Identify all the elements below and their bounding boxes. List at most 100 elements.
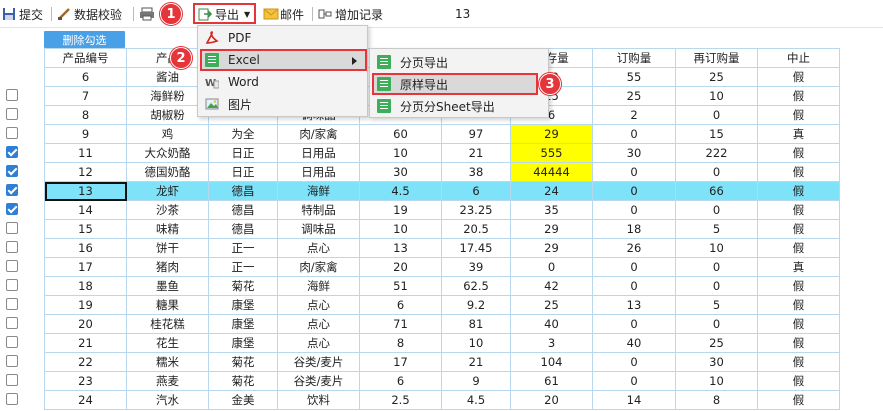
table-cell[interactable]: 康堡	[208, 295, 278, 315]
table-cell[interactable]: 饼干	[126, 238, 209, 258]
table-cell[interactable]: 饮料	[277, 390, 360, 410]
row-checkbox[interactable]	[6, 374, 18, 386]
table-cell[interactable]: 金美	[208, 390, 278, 410]
table-cell[interactable]: 0	[592, 257, 676, 277]
table-cell[interactable]: 3	[510, 333, 593, 353]
table-row[interactable]: 19 糖果 康堡 点心 6 9.2 25 13 5 假	[44, 295, 840, 315]
table-cell[interactable]: 假	[757, 86, 840, 106]
menu-item-pdf[interactable]: PDF	[200, 27, 365, 49]
table-cell[interactable]: 调味品	[277, 219, 360, 239]
table-cell[interactable]: 6	[44, 67, 127, 87]
table-cell[interactable]: 17.45	[441, 238, 511, 258]
table-cell[interactable]: 29	[510, 238, 593, 258]
table-cell[interactable]: 假	[757, 162, 840, 182]
delete-checked-button[interactable]: 删除勾选	[44, 31, 125, 48]
table-cell[interactable]: 42	[510, 276, 593, 296]
table-cell[interactable]: 4.5	[441, 390, 511, 410]
table-cell[interactable]: 燕麦	[126, 371, 209, 391]
row-checkbox[interactable]	[6, 165, 18, 177]
table-row[interactable]: 16 饼干 正一 点心 13 17.45 29 26 10 假	[44, 238, 840, 258]
table-cell[interactable]: 66	[675, 181, 758, 201]
table-cell[interactable]: 2	[592, 105, 676, 125]
table-cell[interactable]: 19	[44, 295, 127, 315]
table-cell[interactable]: 糖果	[126, 295, 209, 315]
row-checkbox[interactable]	[6, 89, 18, 101]
table-cell[interactable]: 康堡	[208, 314, 278, 334]
table-cell[interactable]: 7	[44, 86, 127, 106]
table-cell[interactable]: 20	[510, 390, 593, 410]
table-cell[interactable]: 10	[359, 143, 442, 163]
mail-button[interactable]: 邮件	[263, 5, 304, 23]
table-cell[interactable]: 8	[359, 333, 442, 353]
table-cell[interactable]: 14	[44, 200, 127, 220]
table-cell[interactable]: 19	[359, 200, 442, 220]
table-cell[interactable]: 13	[359, 238, 442, 258]
table-cell[interactable]: 555	[510, 143, 593, 163]
table-cell[interactable]: 0	[592, 352, 676, 372]
table-cell[interactable]: 10	[441, 333, 511, 353]
table-cell[interactable]: 0	[675, 200, 758, 220]
table-row[interactable]: 15 味精 德昌 调味品 10 20.5 29 18 5 假	[44, 219, 840, 239]
table-row[interactable]: 17 猪肉 正一 肉/家禽 20 39 0 0 0 真	[44, 257, 840, 277]
table-cell[interactable]: 6	[359, 295, 442, 315]
table-cell[interactable]: 0	[675, 314, 758, 334]
table-cell[interactable]: 假	[757, 67, 840, 87]
table-cell[interactable]: 海鲜	[277, 181, 360, 201]
table-cell[interactable]: 德昌	[208, 219, 278, 239]
table-cell[interactable]: 35	[510, 200, 593, 220]
table-cell[interactable]: 0	[675, 257, 758, 277]
table-cell[interactable]: 13	[592, 295, 676, 315]
table-cell[interactable]: 26	[592, 238, 676, 258]
table-cell[interactable]: 21	[44, 333, 127, 353]
table-cell[interactable]: 日正	[208, 162, 278, 182]
table-cell[interactable]: 25	[675, 333, 758, 353]
table-cell[interactable]: 222	[675, 143, 758, 163]
table-cell[interactable]: 0	[592, 314, 676, 334]
table-cell[interactable]: 30	[675, 352, 758, 372]
table-cell[interactable]: 糯米	[126, 352, 209, 372]
print-button[interactable]	[139, 5, 154, 23]
table-cell[interactable]: 日用品	[277, 143, 360, 163]
table-cell[interactable]: 25	[675, 67, 758, 87]
table-cell[interactable]: 20	[359, 257, 442, 277]
table-cell[interactable]: 6	[359, 371, 442, 391]
row-checkbox[interactable]	[6, 203, 18, 215]
table-cell[interactable]: 真	[757, 124, 840, 144]
table-cell[interactable]: 0	[675, 276, 758, 296]
table-cell[interactable]: 61	[510, 371, 593, 391]
table-cell[interactable]: 德昌	[208, 181, 278, 201]
table-cell[interactable]: 97	[441, 124, 511, 144]
table-cell[interactable]: 假	[757, 390, 840, 410]
table-cell[interactable]: 菊花	[208, 276, 278, 296]
add-record-button[interactable]: 增加记录	[318, 5, 383, 23]
submenu-item-page-export[interactable]: 分页导出	[372, 51, 546, 73]
row-checkbox[interactable]	[6, 222, 18, 234]
table-cell[interactable]: 假	[757, 276, 840, 296]
table-cell[interactable]: 德昌	[208, 200, 278, 220]
table-cell[interactable]: 肉/家禽	[277, 124, 360, 144]
table-cell[interactable]: 29	[510, 219, 593, 239]
table-cell[interactable]: 假	[757, 105, 840, 125]
table-cell[interactable]: 14	[592, 390, 676, 410]
row-checkbox[interactable]	[6, 108, 18, 120]
table-cell[interactable]: 0	[592, 162, 676, 182]
table-cell[interactable]: 15	[675, 124, 758, 144]
table-cell[interactable]: 10	[675, 86, 758, 106]
table-cell[interactable]: 康堡	[208, 333, 278, 353]
table-row[interactable]: 11 大众奶酪 日正 日用品 10 21 555 30 222 假	[44, 143, 840, 163]
table-row[interactable]: 20 桂花糕 康堡 点心 71 81 40 0 0 假	[44, 314, 840, 334]
table-cell[interactable]: 104	[510, 352, 593, 372]
table-row[interactable]: 12 德国奶酪 日正 日用品 30 38 44444 0 0 假	[44, 162, 840, 182]
table-cell[interactable]: 10	[675, 371, 758, 391]
table-cell[interactable]: 4.5	[359, 181, 442, 201]
table-cell[interactable]: 假	[757, 143, 840, 163]
table-cell[interactable]: 假	[757, 200, 840, 220]
table-cell[interactable]: 味精	[126, 219, 209, 239]
row-checkbox[interactable]	[6, 260, 18, 272]
table-cell[interactable]: 20.5	[441, 219, 511, 239]
menu-item-image[interactable]: 图片	[200, 93, 365, 115]
table-cell[interactable]: 8	[44, 105, 127, 125]
row-checkbox[interactable]	[6, 184, 18, 196]
table-cell[interactable]: 0	[675, 162, 758, 182]
table-cell[interactable]: 2.5	[359, 390, 442, 410]
